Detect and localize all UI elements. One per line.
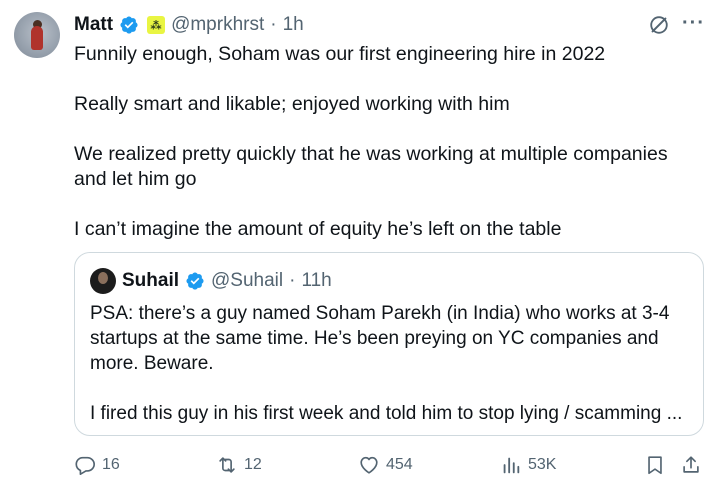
- avatar-figure: [31, 26, 43, 50]
- views-button[interactable]: 53K: [500, 452, 556, 478]
- author-handle[interactable]: @mprkhrst: [171, 14, 264, 36]
- views-icon: [503, 457, 520, 474]
- quoted-paragraph: I fired this guy in his first week and t…: [90, 403, 683, 424]
- bookmark-icon: [648, 456, 662, 475]
- repost-count: 12: [244, 456, 262, 473]
- reply-icon: [75, 456, 95, 475]
- separator-dot: ·: [289, 270, 296, 291]
- heart-icon: [360, 456, 378, 474]
- quoted-tweet-header: Suhail @Suhail · 11h: [90, 268, 332, 294]
- bookmark-button[interactable]: [644, 452, 666, 478]
- tweet-text: Funnily enough, Soham was our first engi…: [74, 42, 704, 242]
- quoted-tweet[interactable]: Suhail @Suhail · 11h PSA: there’s a guy …: [74, 252, 704, 436]
- quoted-paragraph: PSA: there’s a guy named Soham Parekh (i…: [90, 303, 670, 374]
- tweet-paragraph: We realized pretty quickly that he was w…: [74, 143, 668, 190]
- avatar[interactable]: [14, 12, 60, 58]
- separator-dot: ·: [270, 14, 277, 35]
- action-bar: 16 12 454 53K: [74, 452, 704, 478]
- affiliate-badge-icon[interactable]: ⁂: [147, 16, 166, 34]
- more-icon[interactable]: ···: [682, 13, 706, 36]
- repost-icon: [219, 457, 235, 473]
- reply-count: 16: [102, 456, 120, 473]
- reply-button[interactable]: 16: [74, 452, 120, 478]
- share-button[interactable]: [680, 452, 702, 478]
- quoted-tweet-text: PSA: there’s a guy named Soham Parekh (i…: [90, 301, 690, 426]
- quoted-author-name[interactable]: Suhail: [122, 270, 179, 292]
- quoted-timestamp[interactable]: 11h: [301, 270, 331, 292]
- view-count: 53K: [528, 456, 557, 473]
- tweet-paragraph: I can’t imagine the amount of equity he’…: [74, 218, 562, 240]
- repost-button[interactable]: 12: [216, 452, 262, 478]
- grok-icon[interactable]: [648, 14, 670, 36]
- share-icon: [683, 456, 699, 473]
- verified-badge-icon: [120, 16, 138, 34]
- author-name[interactable]: Matt: [74, 14, 113, 36]
- timestamp[interactable]: 1h: [283, 14, 304, 36]
- like-count: 454: [386, 456, 413, 473]
- tweet-paragraph: Funnily enough, Soham was our first engi…: [74, 43, 606, 65]
- quoted-avatar[interactable]: [90, 268, 116, 294]
- verified-badge-icon: [186, 272, 204, 290]
- like-button[interactable]: 454: [358, 452, 413, 478]
- tweet[interactable]: Matt ⁂ @mprkhrst · 1h ··· Funnily enough…: [0, 0, 720, 494]
- tweet-paragraph: Really smart and likable; enjoyed workin…: [74, 93, 510, 115]
- quoted-author-handle[interactable]: @Suhail: [211, 270, 283, 292]
- tweet-header: Matt ⁂ @mprkhrst · 1h: [74, 12, 304, 38]
